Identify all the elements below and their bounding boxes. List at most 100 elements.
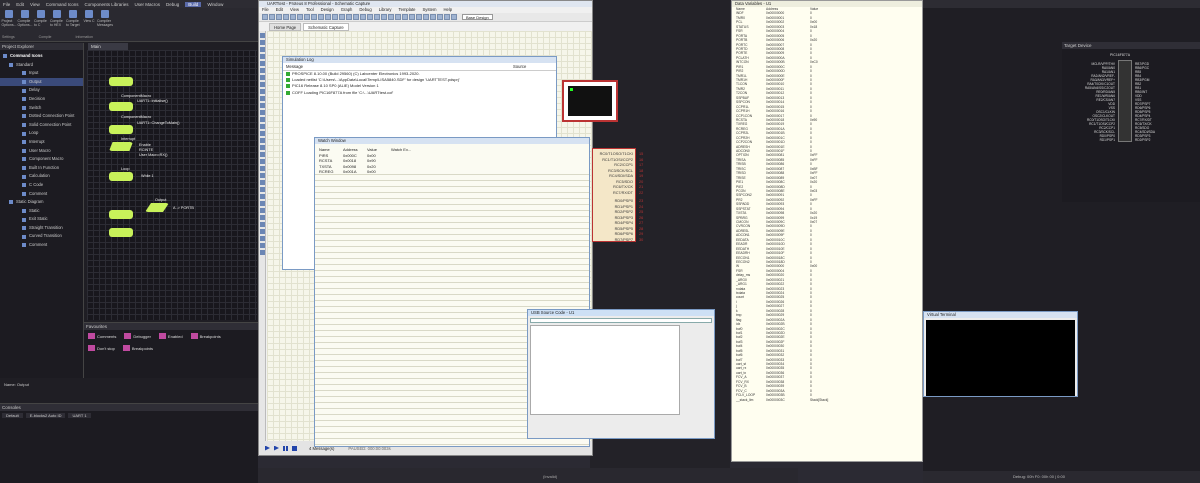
play-icon[interactable] [265, 445, 270, 451]
console-tab[interactable]: UART 1 [68, 413, 91, 418]
tree-item[interactable]: Output [0, 77, 83, 87]
tree-item[interactable]: Calculation [0, 172, 83, 181]
toolbar-icon[interactable] [416, 14, 422, 20]
ribbon-button[interactable]: Compile Options... [18, 10, 33, 34]
toolbar-icon[interactable] [360, 14, 366, 20]
menu-item[interactable]: View [30, 2, 40, 7]
tree-item[interactable]: Comment [0, 190, 83, 199]
toolbar-icon[interactable] [374, 14, 380, 20]
favourite-button[interactable]: Don't stop [88, 345, 115, 351]
toolbar-icon[interactable] [262, 14, 268, 20]
pause-icon[interactable] [283, 445, 288, 451]
menu-item[interactable]: File [3, 2, 10, 7]
tool-icon[interactable] [260, 201, 265, 206]
tool-icon[interactable] [260, 47, 265, 52]
tree-group[interactable]: Static Diagram [0, 198, 83, 207]
ribbon-button[interactable]: Compile to C [34, 10, 48, 34]
toolbar-icon[interactable] [311, 14, 317, 20]
toolbar-icon[interactable] [367, 14, 373, 20]
tool-icon[interactable] [260, 229, 265, 234]
menu-item[interactable]: User Macros [135, 2, 161, 7]
watch-col-header[interactable]: Watch Ex... [391, 147, 415, 153]
tree-item[interactable]: Straight Transition [0, 224, 83, 233]
tool-icon[interactable] [260, 145, 265, 150]
tree-header[interactable]: Command Icons [0, 52, 83, 61]
tool-icon[interactable] [260, 180, 265, 185]
toolbar-icon[interactable] [437, 14, 443, 20]
tool-icon[interactable] [260, 152, 265, 157]
col-source[interactable]: Source [513, 64, 526, 69]
tool-icon[interactable] [260, 138, 265, 143]
tree-item[interactable]: Comment [0, 241, 83, 250]
favourite-button[interactable]: Debugger [124, 333, 151, 339]
terminal-screen[interactable] [926, 320, 1075, 396]
tool-icon[interactable] [260, 173, 265, 178]
tree-item[interactable]: Switch [0, 104, 83, 113]
tool-icon[interactable] [260, 222, 265, 227]
tool-icon[interactable] [260, 68, 265, 73]
tool-icon[interactable] [260, 61, 265, 66]
tree-item[interactable]: Built In Function [0, 164, 83, 173]
toolbar-icon[interactable] [297, 14, 303, 20]
toolbar-icon[interactable] [409, 14, 415, 20]
tool-icon[interactable] [260, 124, 265, 129]
flow-macro-1[interactable] [109, 102, 133, 111]
ribbon-button[interactable]: Compiler Messages [97, 10, 113, 34]
ribbon-button[interactable]: Compile to HEX [50, 10, 64, 34]
toolbar-icon[interactable] [451, 14, 457, 20]
flow-start[interactable] [109, 77, 133, 86]
flow-end[interactable] [109, 228, 133, 237]
tool-icon[interactable] [260, 82, 265, 87]
toolbar-icon[interactable] [290, 14, 296, 20]
tree-item[interactable]: Loop [0, 129, 83, 138]
tree-item[interactable]: Interrupt [0, 138, 83, 147]
toolbar-icon[interactable] [353, 14, 359, 20]
tool-icon[interactable] [260, 103, 265, 108]
favourite-button-2[interactable]: Breakpoints [122, 345, 153, 351]
tool-icon[interactable] [260, 54, 265, 59]
flow-loop-end[interactable] [109, 210, 133, 219]
ribbon-button[interactable]: Compile to Target [66, 10, 80, 34]
tab-main[interactable]: Main [88, 43, 128, 50]
menu-item[interactable]: Debug [166, 2, 179, 7]
flow-macro-2[interactable] [109, 125, 133, 134]
toolbar-icon[interactable] [444, 14, 450, 20]
menu-item[interactable]: Command Icons [46, 2, 79, 7]
flow-loop[interactable] [109, 172, 133, 181]
toolbar-icon[interactable] [423, 14, 429, 20]
menu-item[interactable]: Build [185, 1, 202, 7]
tree-item[interactable]: Exit Static [0, 215, 83, 224]
tool-icon[interactable] [260, 33, 265, 38]
tool-icon[interactable] [260, 89, 265, 94]
toolbar-icon[interactable] [395, 14, 401, 20]
tool-icon[interactable] [260, 96, 265, 101]
menu-item[interactable]: Window [207, 2, 223, 7]
col-message[interactable]: Message [286, 64, 303, 69]
tree-item[interactable]: Dotted Connection Point [0, 112, 83, 121]
tool-icon[interactable] [260, 250, 265, 255]
watch-row[interactable]: RCREG 0x001A 0x00 [315, 169, 589, 175]
toolbar-icon[interactable] [269, 14, 275, 20]
proteus-tab[interactable]: Home Page [269, 23, 302, 31]
source-file-select[interactable] [530, 318, 712, 323]
toolbar-icon[interactable] [332, 14, 338, 20]
log-row[interactable]: COFF Loading PIC16F877A from file 'C:\..… [283, 90, 556, 96]
menu-item[interactable]: Components Libraries [84, 2, 128, 7]
toolbar-icon[interactable] [402, 14, 408, 20]
tree-item[interactable]: Decision [0, 95, 83, 104]
tree-item[interactable]: C Code [0, 181, 83, 190]
step-icon[interactable] [274, 445, 279, 451]
tree-item[interactable]: User Macro [0, 147, 83, 156]
lcd-display[interactable] [562, 80, 618, 122]
pic-chip[interactable]: RC0/T1OSO/T1CKI 15 RC1/T1OSI/CCP2 16 RC2/CCP… [592, 148, 643, 242]
source-code-view[interactable] [530, 325, 680, 415]
flow-output[interactable] [145, 203, 169, 212]
console-tab[interactable]: E-blocks2 Auto ID [25, 413, 66, 418]
toolbar-icon[interactable] [318, 14, 324, 20]
tree-item[interactable]: Solid Connection Point [0, 121, 83, 130]
favourite-button[interactable]: Comments [88, 333, 116, 339]
pic-package[interactable]: MCLR/VPP/THV RA0/AN0 RA1/AN1 RA2/AN2/VREF- R… [1085, 60, 1155, 142]
tool-icon[interactable] [260, 236, 265, 241]
tool-icon[interactable] [260, 243, 265, 248]
flowchart-canvas[interactable]: ComponentMacro UART1::Initialise() Compo… [87, 50, 257, 320]
